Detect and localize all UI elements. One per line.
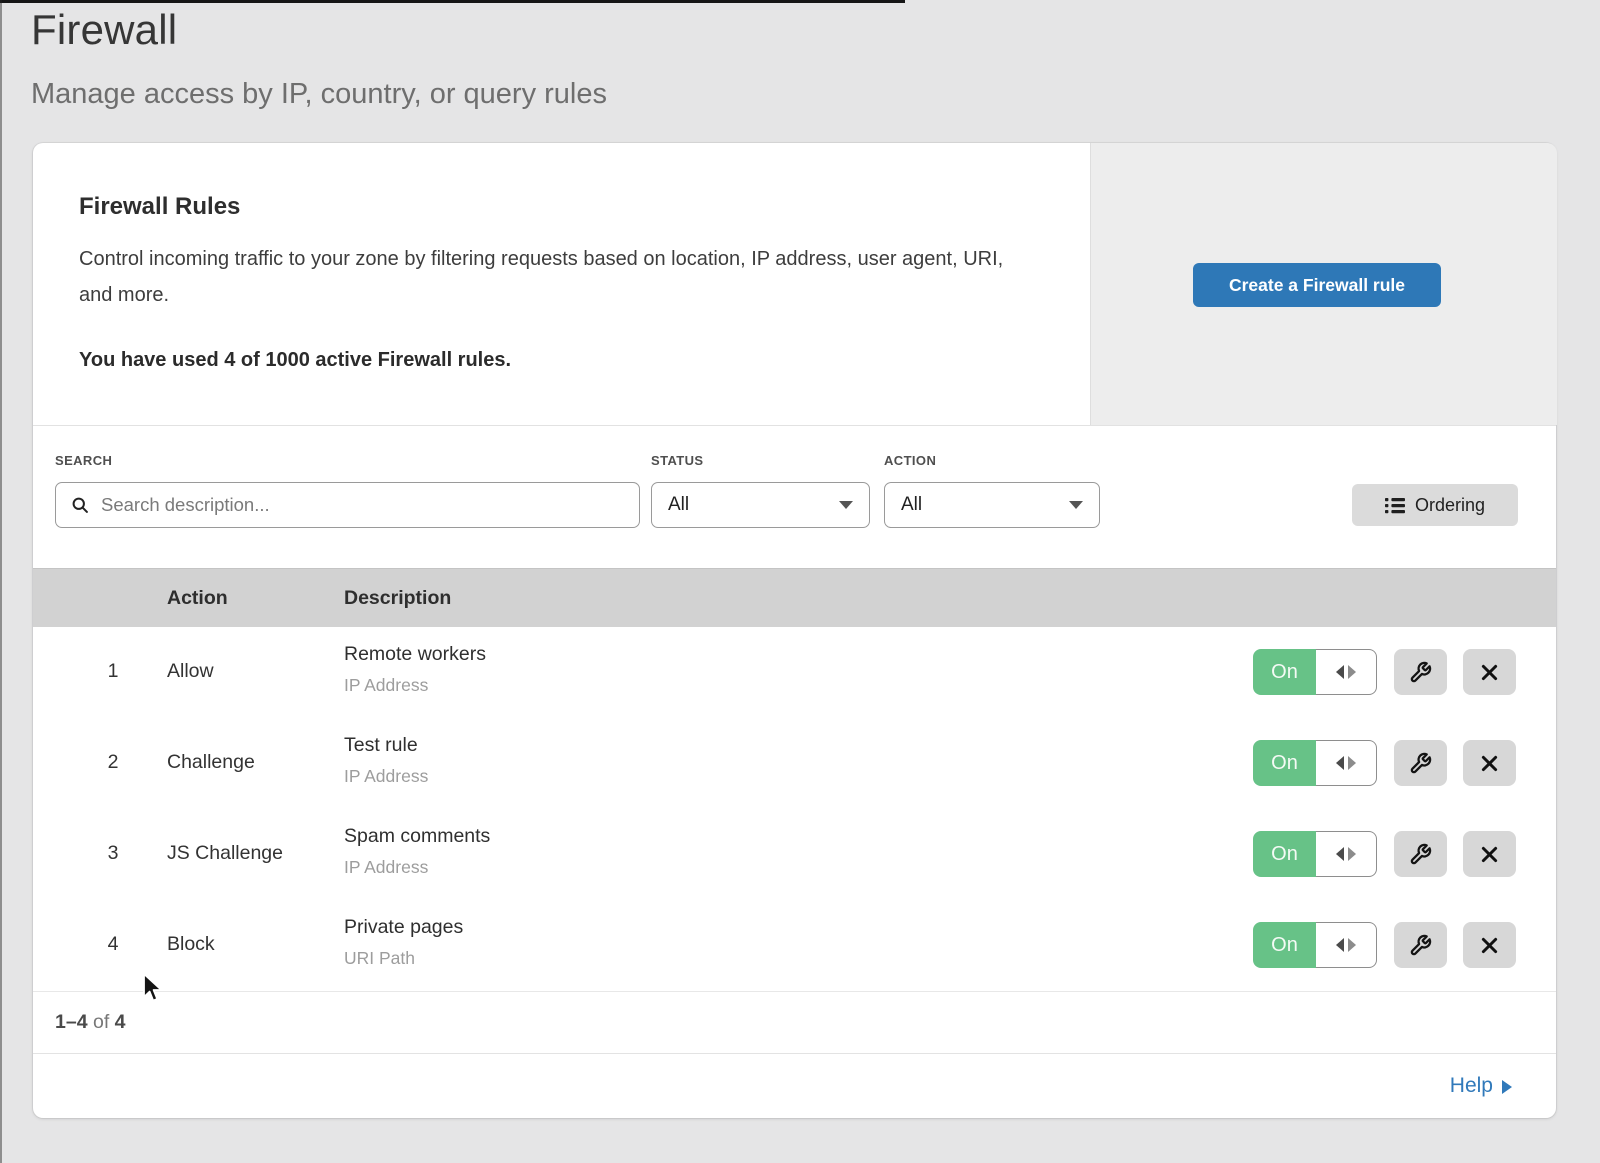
toggle-handle[interactable] <box>1316 740 1377 786</box>
close-icon <box>1479 935 1500 956</box>
pagination-row: 1–4 of 4 <box>33 992 1556 1054</box>
rule-controls: On <box>1253 831 1516 877</box>
rule-enabled-toggle[interactable]: On <box>1253 922 1377 968</box>
firewall-rules-card: Firewall Rules Control incoming traffic … <box>33 143 1556 1118</box>
rule-match-type: IP Address <box>344 857 428 878</box>
toggle-handle[interactable] <box>1316 831 1377 877</box>
rule-priority: 1 <box>93 660 133 683</box>
page-title: Firewall <box>31 6 177 54</box>
rule-action: JS Challenge <box>167 842 283 865</box>
rule-enabled-toggle[interactable]: On <box>1253 740 1377 786</box>
rules-card-title: Firewall Rules <box>79 193 240 221</box>
rule-controls: On <box>1253 740 1516 786</box>
delete-rule-button[interactable] <box>1463 831 1516 877</box>
search-input[interactable] <box>99 484 639 526</box>
rule-description: Test rule <box>344 734 418 757</box>
rule-action: Allow <box>167 660 214 683</box>
toggle-on-label: On <box>1253 922 1316 968</box>
rule-enabled-toggle[interactable]: On <box>1253 649 1377 695</box>
rule-priority: 2 <box>93 751 133 774</box>
column-header-description: Description <box>344 587 451 610</box>
window-left-edge <box>0 0 2 1163</box>
action-label: ACTION <box>884 453 936 468</box>
table-row: 1 Allow Remote workers IP Address On <box>33 627 1556 719</box>
wrench-icon <box>1409 661 1432 684</box>
chevron-down-icon <box>839 501 853 509</box>
rule-priority: 3 <box>93 842 133 865</box>
create-firewall-rule-button[interactable]: Create a Firewall rule <box>1193 263 1441 307</box>
close-icon <box>1479 753 1500 774</box>
firewall-page: Firewall Manage access by IP, country, o… <box>0 0 1600 1163</box>
wrench-icon <box>1409 934 1432 957</box>
search-box[interactable] <box>55 482 640 528</box>
rule-description: Spam comments <box>344 825 490 848</box>
delete-rule-button[interactable] <box>1463 922 1516 968</box>
table-row: 2 Challenge Test rule IP Address On <box>33 718 1556 810</box>
close-icon <box>1479 662 1500 683</box>
caret-right-icon <box>1348 938 1356 952</box>
help-link-label: Help <box>1450 1074 1493 1098</box>
toggle-handle[interactable] <box>1316 649 1377 695</box>
rule-priority: 4 <box>93 933 133 956</box>
caret-right-icon <box>1348 756 1356 770</box>
rule-match-type: URI Path <box>344 948 415 969</box>
search-label: SEARCH <box>55 453 112 468</box>
caret-right-icon <box>1348 847 1356 861</box>
rule-controls: On <box>1253 922 1516 968</box>
help-row: Help <box>33 1053 1556 1118</box>
action-select[interactable]: All <box>884 482 1100 528</box>
rules-card-description: Control incoming traffic to your zone by… <box>79 241 1029 313</box>
pagination-total: 4 <box>115 1011 126 1033</box>
caret-right-icon <box>1348 665 1356 679</box>
rule-action: Block <box>167 933 215 956</box>
toggle-on-label: On <box>1253 740 1316 786</box>
help-link[interactable]: Help <box>1450 1074 1512 1098</box>
rule-match-type: IP Address <box>344 766 428 787</box>
rules-usage-note: You have used 4 of 1000 active Firewall … <box>79 349 511 372</box>
edit-rule-button[interactable] <box>1394 831 1447 877</box>
edit-rule-button[interactable] <box>1394 649 1447 695</box>
rules-card-header-section: Firewall Rules Control incoming traffic … <box>33 143 1556 426</box>
ordering-button[interactable]: Ordering <box>1352 484 1518 526</box>
close-icon <box>1479 844 1500 865</box>
search-icon <box>70 495 90 515</box>
status-label: STATUS <box>651 453 703 468</box>
toggle-on-label: On <box>1253 831 1316 877</box>
rule-action: Challenge <box>167 751 255 774</box>
status-select-value: All <box>668 494 689 516</box>
rule-match-type: IP Address <box>344 675 428 696</box>
rule-description: Private pages <box>344 916 463 939</box>
wrench-icon <box>1409 843 1432 866</box>
caret-left-icon <box>1336 938 1344 952</box>
table-row: 3 JS Challenge Spam comments IP Address … <box>33 809 1556 901</box>
rules-card-side-panel: Create a Firewall rule <box>1090 143 1557 425</box>
edit-rule-button[interactable] <box>1394 740 1447 786</box>
page-subtitle: Manage access by IP, country, or query r… <box>31 78 607 111</box>
table-header: Action Description <box>33 568 1556 628</box>
edit-rule-button[interactable] <box>1394 922 1447 968</box>
rule-controls: On <box>1253 649 1516 695</box>
arrow-right-icon <box>1502 1080 1512 1094</box>
toggle-on-label: On <box>1253 649 1316 695</box>
wrench-icon <box>1409 752 1432 775</box>
rule-enabled-toggle[interactable]: On <box>1253 831 1377 877</box>
table-row: 4 Block Private pages URI Path On <box>33 900 1556 992</box>
pagination-summary: 1–4 of 4 <box>55 1011 126 1034</box>
ordering-button-label: Ordering <box>1415 495 1485 516</box>
delete-rule-button[interactable] <box>1463 740 1516 786</box>
action-select-value: All <box>901 494 922 516</box>
pagination-range: 1–4 <box>55 1011 88 1033</box>
chevron-down-icon <box>1069 501 1083 509</box>
status-select[interactable]: All <box>651 482 870 528</box>
rule-description: Remote workers <box>344 643 486 666</box>
toggle-handle[interactable] <box>1316 922 1377 968</box>
column-header-action: Action <box>167 587 228 610</box>
caret-left-icon <box>1336 847 1344 861</box>
pagination-of-label: of <box>93 1011 109 1033</box>
ordered-list-icon <box>1385 497 1405 514</box>
caret-left-icon <box>1336 665 1344 679</box>
window-top-edge <box>0 0 905 3</box>
caret-left-icon <box>1336 756 1344 770</box>
delete-rule-button[interactable] <box>1463 649 1516 695</box>
